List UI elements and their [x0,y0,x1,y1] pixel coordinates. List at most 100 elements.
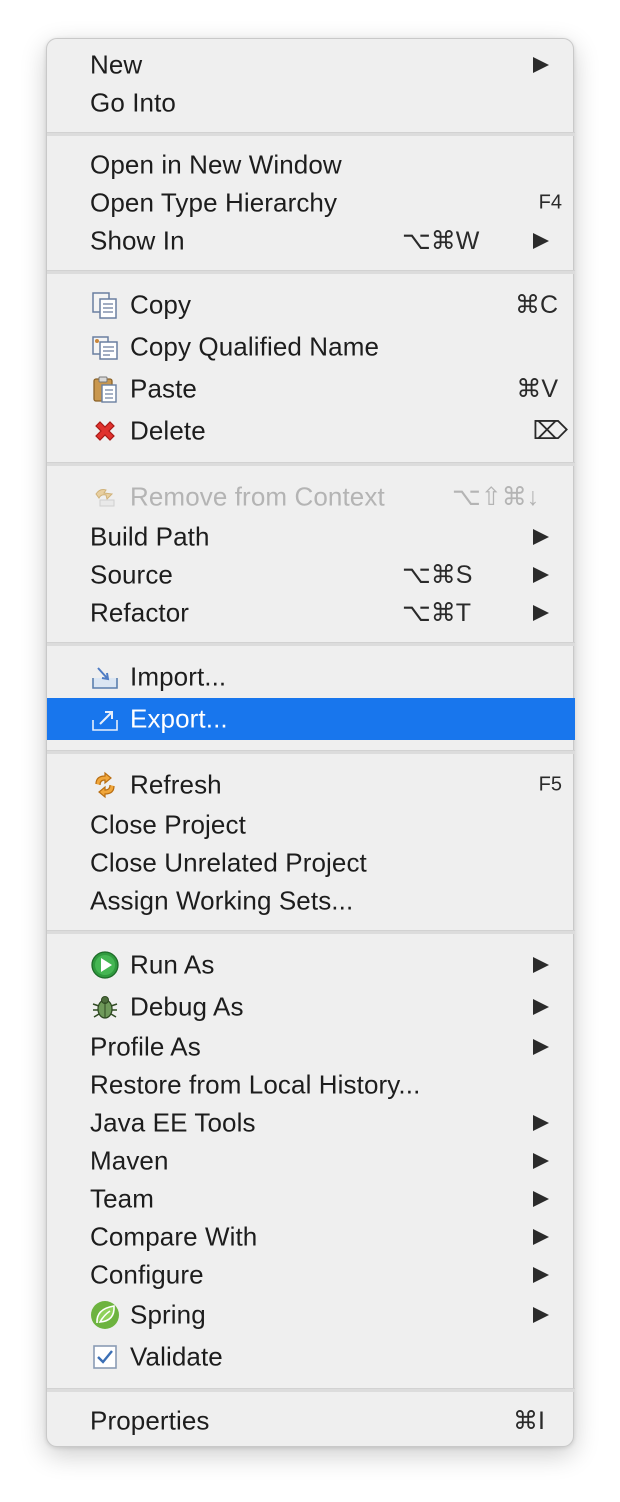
menu-item-label: Refactor [90,597,190,628]
menu-item-copy[interactable]: Copy ⌘C [47,284,575,326]
submenu-arrow-icon [533,529,549,545]
menu-item-validate[interactable]: Validate [47,1336,575,1378]
menu-item-delete[interactable]: Delete ⌦ [47,410,575,452]
menu-item-shortcut: ⌥⌘W [402,227,480,255]
menu-separator [47,1388,575,1392]
submenu-arrow-icon [533,1267,549,1283]
menu-item-label: Copy Qualified Name [130,331,380,362]
menu-item-remove-from-context[interactable]: Remove from Context ⌥⇧⌘↓ [47,476,575,518]
refresh-icon [90,770,120,800]
menu-item-source[interactable]: Source ⌥⌘S [47,556,575,594]
menu-item-import[interactable]: Import... [47,656,575,698]
spring-leaf-icon [90,1300,120,1330]
submenu-arrow-icon [533,1039,549,1055]
menu-item-label: Go Into [90,87,176,118]
menu-item-close-unrelated-project[interactable]: Close Unrelated Project [47,844,575,882]
copy-qualified-name-icon [90,332,120,362]
menu-item-label: Run As [130,949,215,980]
menu-item-export[interactable]: Export... [47,698,575,740]
menu-item-label: New [90,49,143,80]
menu-item-label: Validate [130,1341,223,1372]
menu-item-run-as[interactable]: Run As [47,944,575,986]
menu-separator [47,270,575,274]
menu-item-label: Compare With [90,1221,258,1252]
submenu-arrow-icon [533,1307,549,1323]
menu-item-build-path[interactable]: Build Path [47,518,575,556]
paste-icon [90,374,120,404]
menu-item-label: Source [90,559,173,590]
menu-item-open-type-hierarchy[interactable]: Open Type Hierarchy F4 [47,184,575,222]
validate-checkbox-icon [90,1342,120,1372]
submenu-arrow-icon [533,999,549,1015]
menu-item-show-in[interactable]: Show In ⌥⌘W [47,222,575,260]
menu-separator [47,642,575,646]
menu-item-compare-with[interactable]: Compare With [47,1218,575,1256]
menu-item-label: Spring [130,1299,206,1330]
remove-from-context-icon [90,482,120,512]
menu-item-shortcut: F4 [538,191,562,214]
menu-item-label: Paste [130,373,197,404]
submenu-arrow-icon [533,605,549,621]
menu-item-label: Export... [130,703,228,734]
menu-item-paste[interactable]: Paste ⌘V [47,368,575,410]
menu-separator [47,462,575,466]
submenu-arrow-icon [533,957,549,973]
menu-item-debug-as[interactable]: Debug As [47,986,575,1028]
export-icon [90,704,120,734]
menu-item-new[interactable]: New [47,46,575,84]
menu-item-java-ee-tools[interactable]: Java EE Tools [47,1104,575,1142]
menu-item-assign-working-sets[interactable]: Assign Working Sets... [47,882,575,920]
debug-bug-icon [90,992,120,1022]
menu-separator [47,750,575,754]
menu-item-label: Refresh [130,769,222,800]
menu-item-label: Build Path [90,521,210,552]
menu-separator [47,930,575,934]
menu-item-team[interactable]: Team [47,1180,575,1218]
menu-item-shortcut: ⌦ [532,417,568,445]
menu-item-configure[interactable]: Configure [47,1256,575,1294]
menu-item-refresh[interactable]: Refresh F5 [47,764,575,806]
menu-item-shortcut: ⌥⇧⌘↓ [452,483,540,511]
submenu-arrow-icon [533,1115,549,1131]
menu-item-label: Java EE Tools [90,1107,256,1138]
menu-item-spring[interactable]: Spring [47,1294,575,1336]
menu-item-label: Open Type Hierarchy [90,187,338,218]
menu-item-close-project[interactable]: Close Project [47,806,575,844]
copy-icon [90,290,120,320]
menu-item-label: Maven [90,1145,169,1176]
submenu-arrow-icon [533,1229,549,1245]
menu-item-shortcut: ⌥⌘S [402,561,473,589]
menu-item-open-in-new-window[interactable]: Open in New Window [47,146,575,184]
menu-item-copy-qualified-name[interactable]: Copy Qualified Name [47,326,575,368]
menu-item-profile-as[interactable]: Profile As [47,1028,575,1066]
menu-item-label: Debug As [130,991,244,1022]
menu-item-label: Assign Working Sets... [90,885,354,916]
menu-separator [47,132,575,136]
menu-item-label: Restore from Local History... [90,1069,421,1100]
menu-item-label: Copy [130,289,192,320]
menu-item-refactor[interactable]: Refactor ⌥⌘T [47,594,575,632]
run-icon [90,950,120,980]
submenu-arrow-icon [533,233,549,249]
menu-item-label: Show In [90,225,185,256]
menu-item-properties[interactable]: Properties ⌘I [47,1402,575,1440]
menu-item-shortcut: F5 [538,773,562,796]
menu-item-label: Team [90,1183,154,1214]
menu-item-label: Open in New Window [90,149,342,180]
menu-item-restore-from-local-history[interactable]: Restore from Local History... [47,1066,575,1104]
menu-item-maven[interactable]: Maven [47,1142,575,1180]
menu-item-go-into[interactable]: Go Into [47,84,575,122]
menu-item-label: Close Project [90,809,246,840]
menu-item-shortcut: ⌘C [514,291,558,319]
menu-item-label: Configure [90,1259,204,1290]
submenu-arrow-icon [533,1153,549,1169]
submenu-arrow-icon [533,1191,549,1207]
menu-item-shortcut: ⌘V [516,375,558,403]
submenu-arrow-icon [533,567,549,583]
context-menu: New Go Into Open in New Window Open Type… [46,38,575,1447]
menu-item-label: Properties [90,1405,210,1436]
menu-item-shortcut: ⌘I [513,1407,545,1435]
menu-item-label: Import... [130,661,227,692]
menu-item-label: Profile As [90,1031,201,1062]
delete-icon [90,416,120,446]
